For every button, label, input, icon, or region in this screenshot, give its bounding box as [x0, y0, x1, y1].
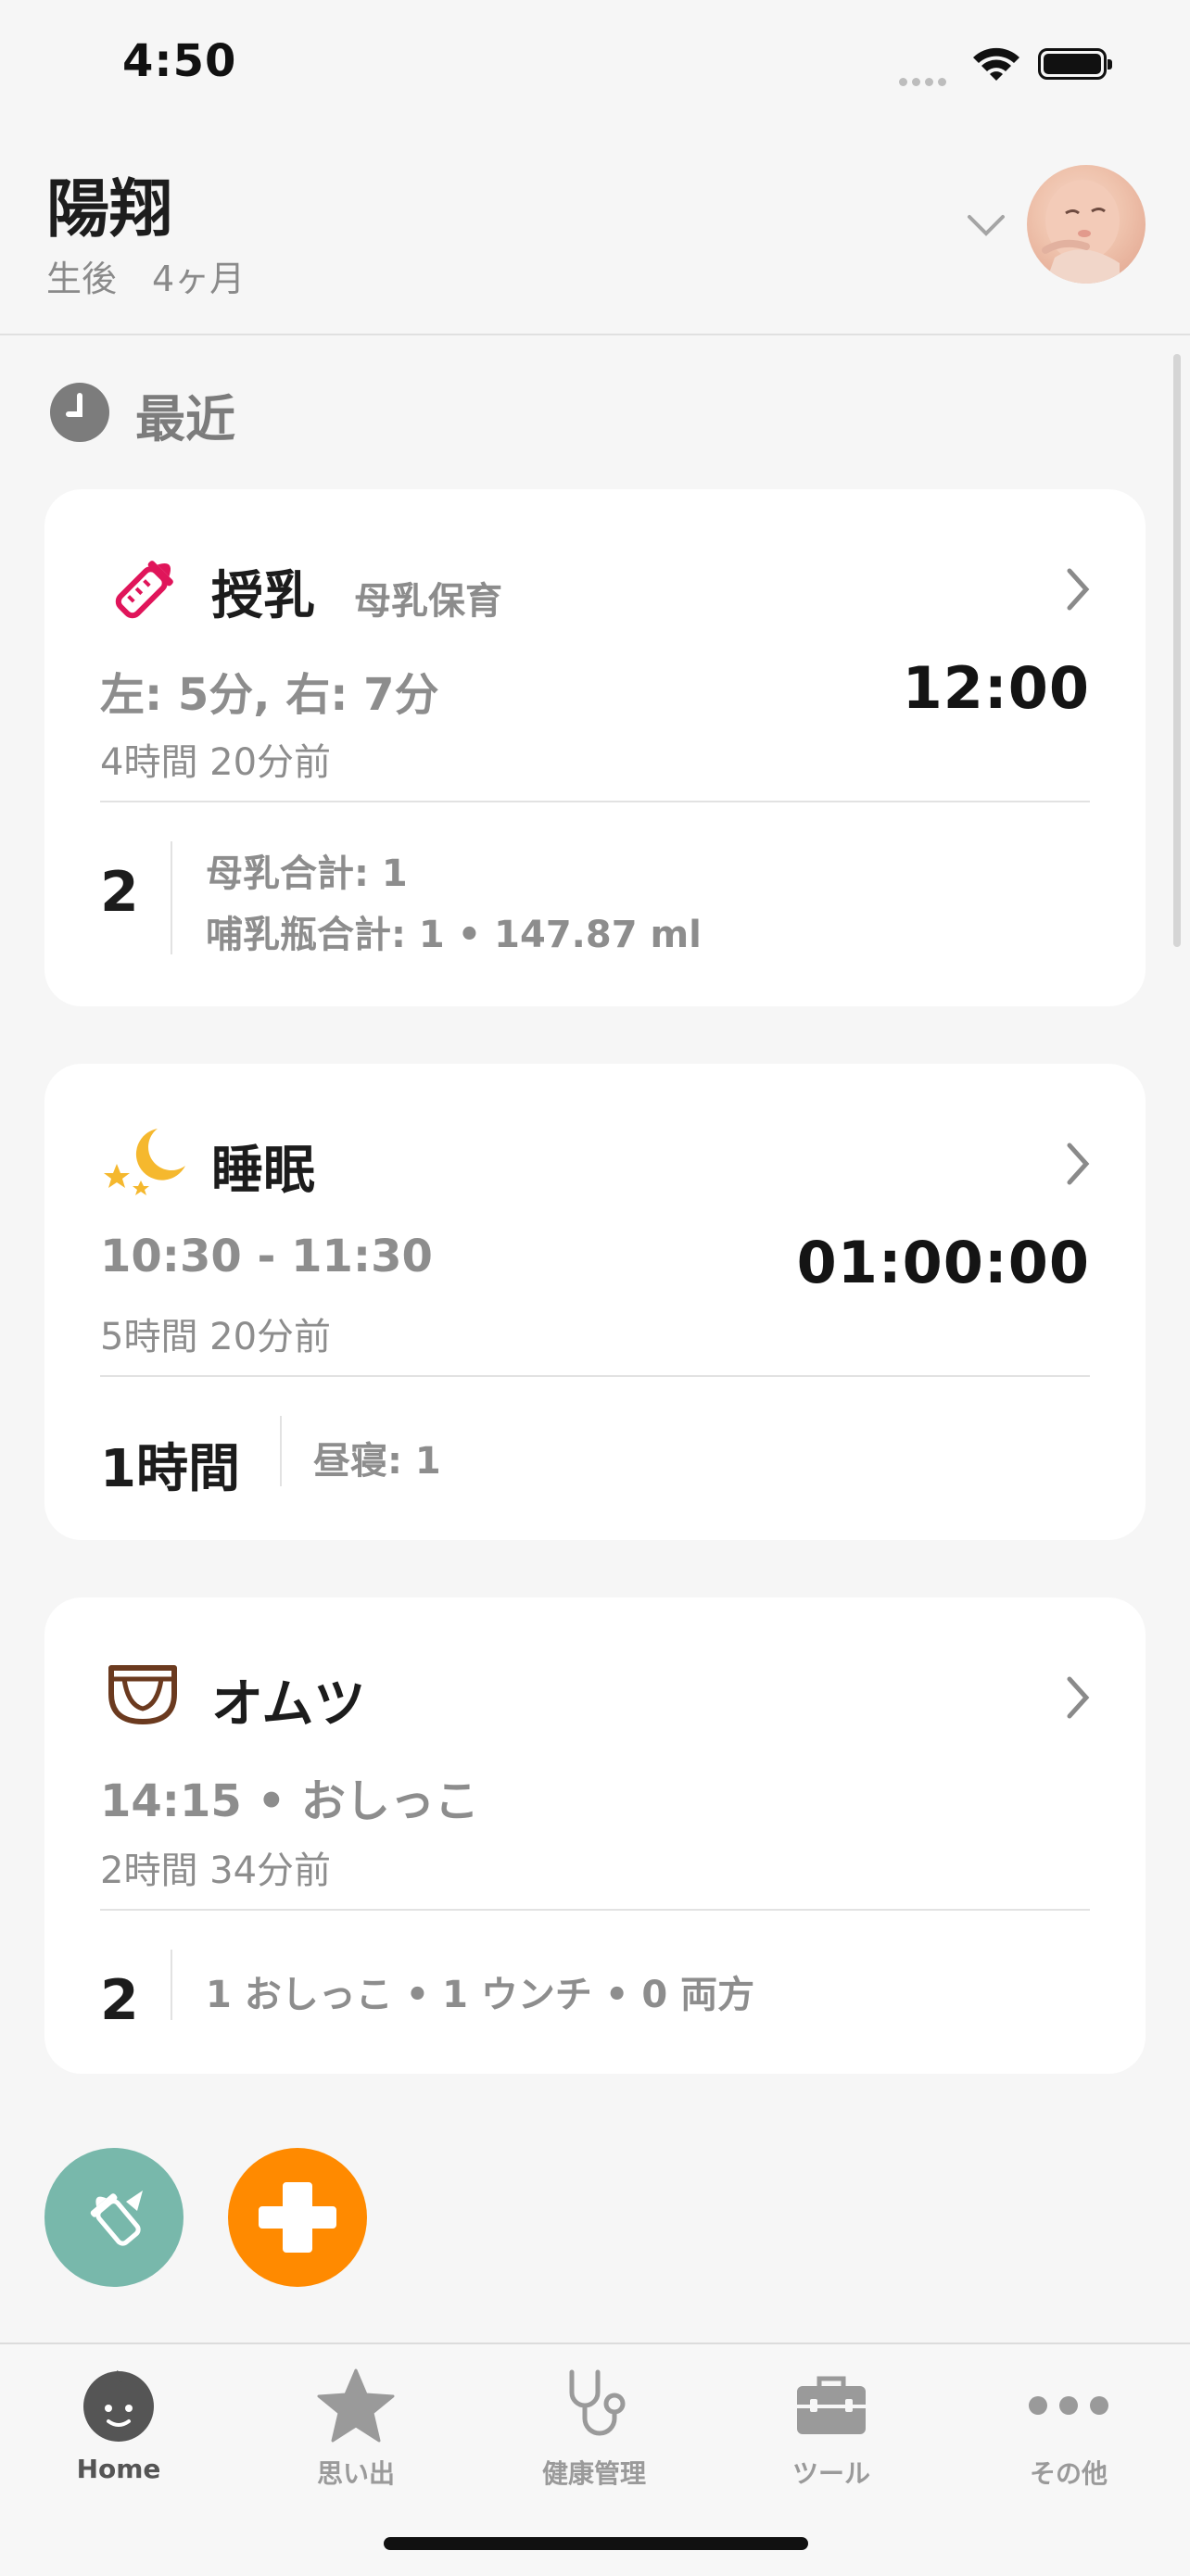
- tab-label: 健康管理: [541, 2458, 646, 2489]
- moon-stars-icon: [100, 1123, 189, 1210]
- tab-home[interactable]: Home: [26, 2363, 211, 2484]
- status-bar: 4:50: [0, 0, 1190, 139]
- child-header[interactable]: 陽翔 生後 4ヶ月: [0, 139, 1190, 335]
- feeding-detail: 左: 5分, 右: 7分: [100, 669, 439, 721]
- diaper-card[interactable]: オムツ 14:15 • おしっこ 2時間 34分前 2 1 おしっこ • 1 ウ…: [44, 1597, 1146, 2074]
- feeding-time: 12:00: [902, 654, 1090, 722]
- chevron-right-icon[interactable]: [1064, 1675, 1092, 1724]
- toolbox-icon: [739, 2363, 924, 2448]
- more-dots-icon: [976, 2363, 1161, 2448]
- clock-icon: [48, 381, 111, 448]
- sleep-total: 1時間: [100, 1439, 240, 1499]
- diaper-summary: 1 おしっこ • 1 ウンチ • 0 両方: [206, 1974, 755, 2016]
- nap-count: 昼寝: 1: [313, 1440, 441, 1483]
- plus-icon: [259, 2182, 336, 2253]
- vertical-separator: [171, 1950, 172, 2020]
- diaper-title: オムツ: [211, 1674, 366, 1735]
- avatar[interactable]: [1027, 165, 1146, 284]
- tab-health[interactable]: 健康管理: [501, 2363, 687, 2491]
- home-indicator[interactable]: [384, 2537, 808, 2550]
- child-age: 生後 4ヶ月: [46, 259, 246, 299]
- feeding-subtitle: 母乳保育: [354, 580, 502, 623]
- tab-label: ツール: [791, 2458, 870, 2489]
- chevron-right-icon[interactable]: [1064, 1142, 1092, 1190]
- card-divider: [100, 1909, 1090, 1911]
- feeding-count: 2: [100, 860, 139, 925]
- sleep-ago: 5時間 20分前: [100, 1316, 332, 1358]
- battery-icon: [1038, 48, 1112, 80]
- scroll-indicator[interactable]: [1173, 354, 1181, 947]
- chevron-down-icon[interactable]: [966, 211, 1006, 243]
- child-name: 陽翔: [46, 173, 173, 246]
- baby-bottle-icon: [106, 549, 185, 632]
- tab-memories[interactable]: 思い出: [263, 2363, 449, 2491]
- tab-label: Home: [76, 2454, 161, 2484]
- sleep-card[interactable]: 睡眠 10:30 - 11:30 01:00:00 5時間 20分前 1時間 昼…: [44, 1064, 1146, 1540]
- tab-label: 思い出: [316, 2458, 395, 2489]
- vertical-separator: [171, 841, 172, 954]
- status-time: 4:50: [122, 35, 237, 87]
- feeding-ago: 4時間 20分前: [100, 741, 332, 784]
- vertical-separator: [280, 1416, 282, 1486]
- stethoscope-icon: [501, 2363, 687, 2448]
- breast-total: 母乳合計: 1: [206, 852, 408, 895]
- wifi-icon: [971, 44, 1021, 85]
- feeding-title: 授乳: [211, 566, 315, 626]
- baby-face-icon: [26, 2363, 211, 2448]
- star-icon: [263, 2363, 449, 2448]
- tab-more[interactable]: その他: [976, 2363, 1161, 2491]
- bottle-pencil-icon: [90, 2191, 143, 2246]
- card-divider: [100, 801, 1090, 802]
- recent-section-header: 最近: [48, 381, 235, 448]
- sleep-duration: 01:00:00: [796, 1229, 1090, 1296]
- quick-feed-button[interactable]: [44, 2148, 184, 2287]
- sleep-title: 睡眠: [211, 1141, 315, 1201]
- card-divider: [100, 1375, 1090, 1377]
- tab-label: その他: [1029, 2458, 1108, 2489]
- cellular-signal-icon: [899, 72, 951, 90]
- sleep-range: 10:30 - 11:30: [100, 1231, 433, 1282]
- diaper-ago: 2時間 34分前: [100, 1850, 332, 1892]
- add-record-button[interactable]: [228, 2148, 367, 2287]
- bottle-total: 哺乳瓶合計: 1 • 147.87 ml: [206, 914, 702, 956]
- diaper-icon: [106, 1662, 180, 1731]
- diaper-count: 2: [100, 1968, 139, 2033]
- feeding-card[interactable]: 授乳 母乳保育 左: 5分, 右: 7分 12:00 4時間 20分前 2 母乳…: [44, 489, 1146, 1006]
- chevron-right-icon[interactable]: [1064, 567, 1092, 615]
- section-title: 最近: [135, 389, 235, 448]
- tab-tools[interactable]: ツール: [739, 2363, 924, 2491]
- diaper-detail: 14:15 • おしっこ: [100, 1775, 479, 1827]
